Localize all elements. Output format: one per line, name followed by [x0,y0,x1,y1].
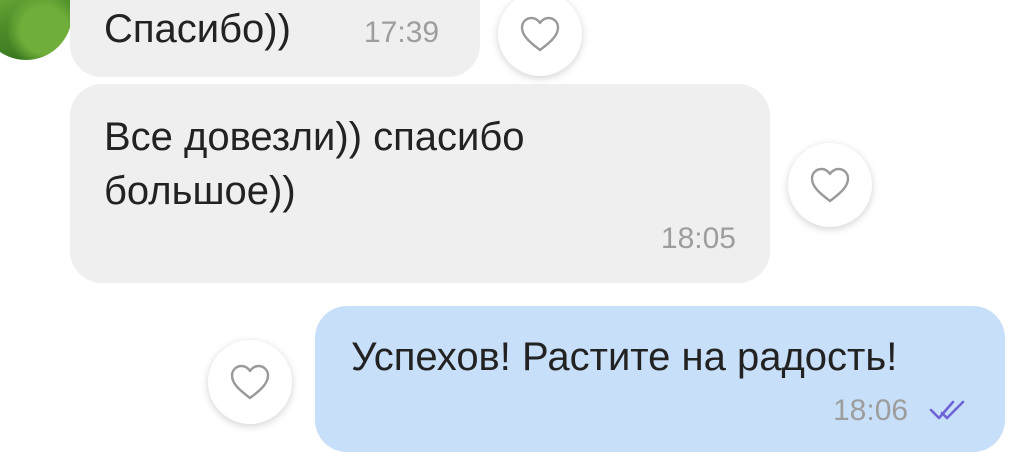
message-text: Все довезли)) спасибо большое)) [104,115,525,213]
like-button[interactable] [208,340,292,424]
message-timestamp: 18:06 [833,394,909,427]
heart-outline-icon [520,16,560,52]
like-button[interactable] [788,143,872,227]
heart-outline-icon [230,364,270,400]
heart-outline-icon [810,167,850,203]
message-bubble-incoming[interactable]: Все довезли)) спасибо большое)) 18:05 [70,84,770,283]
message-timestamp: 17:39 [364,16,440,49]
message-text: Спасибо)) [104,7,291,51]
like-button[interactable] [498,0,582,76]
sender-avatar[interactable] [0,0,72,60]
message-bubble-outgoing[interactable]: Успехов! Растите на радость! 18:06 [315,306,1005,452]
message-bubble-incoming[interactable]: Спасибо)) 17:39 [70,0,480,77]
chat-conversation: Спасибо)) 17:39 Все довезли)) спасибо бо… [0,0,1017,472]
message-text: Успехов! Растите на радость! [351,335,898,379]
message-timestamp: 18:05 [660,222,736,255]
double-check-icon [929,400,965,420]
